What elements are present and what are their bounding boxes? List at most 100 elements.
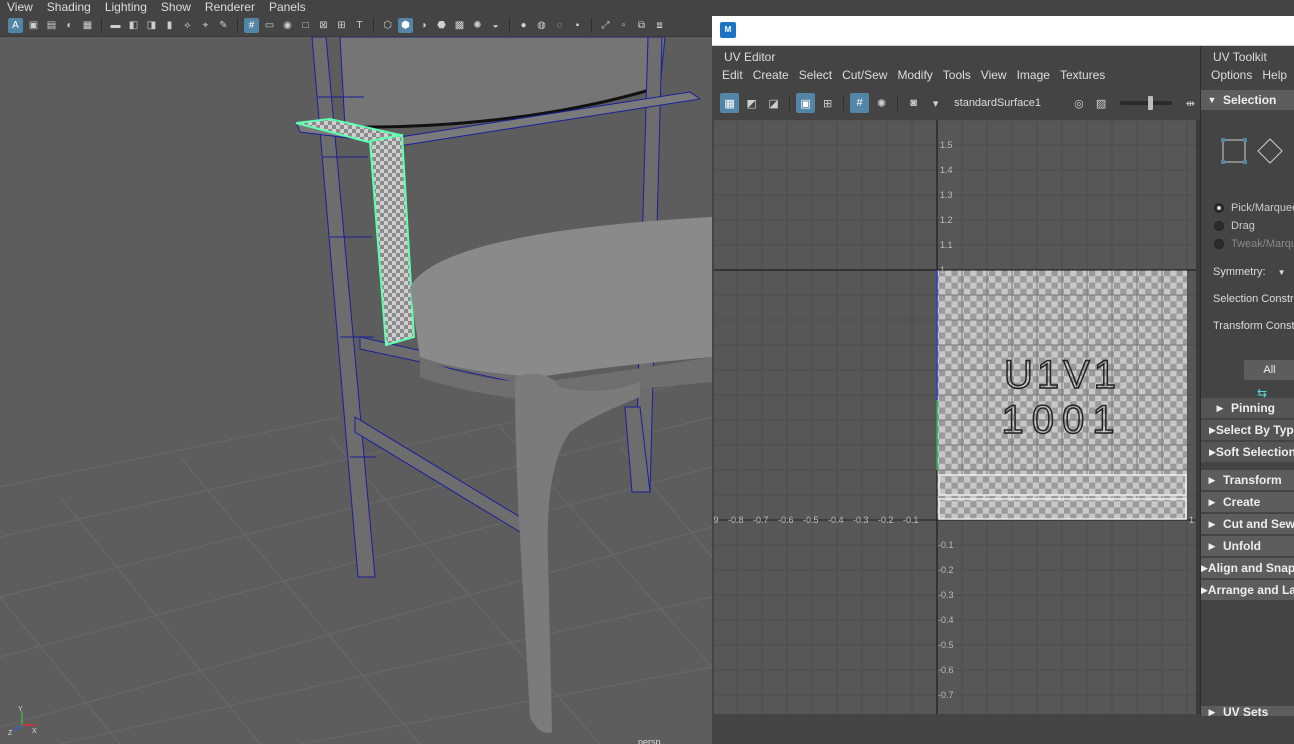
section-label: Transform [1223, 473, 1282, 487]
symmetry-row[interactable]: Symmetry: ▼ [1213, 266, 1285, 278]
mode-drag[interactable]: Drag [1214, 220, 1255, 232]
tile-label-u1v1: U1V1 [1004, 353, 1120, 397]
smooth-shade-icon[interactable]: ⬢ [398, 18, 413, 33]
texture-borders-icon[interactable]: ⊞ [818, 93, 837, 113]
resolution-gate-icon[interactable]: ▮ [162, 18, 177, 33]
text-icon[interactable]: T [352, 18, 367, 33]
svg-text:Z: Z [8, 730, 13, 735]
diamond-select-icon[interactable] [1257, 138, 1283, 164]
grease-pencil-icon[interactable]: ▦ [80, 18, 95, 33]
step-arrows-icon[interactable]: ⇹ [1181, 93, 1200, 113]
menu-renderer[interactable]: Renderer [198, 0, 262, 15]
section-transform[interactable]: ▶ Transform [1201, 470, 1294, 490]
u-tick-label: 1 [1189, 515, 1194, 525]
menu-edit[interactable]: Edit [712, 66, 748, 84]
uv-toolkit-title: UV Toolkit [1213, 50, 1267, 64]
pencil-icon[interactable]: ✎ [216, 18, 231, 33]
menu-select[interactable]: Select [794, 66, 837, 84]
menu-textures[interactable]: Textures [1055, 66, 1110, 84]
snap-icon[interactable]: ⌖ [198, 18, 213, 33]
camera-lock-icon[interactable]: ◧ [126, 18, 141, 33]
menu-image[interactable]: Image [1012, 66, 1055, 84]
uv-canvas[interactable]: U1V1 1001 1.5 1.4 1.3 1.2 1.1 1 -0.1 -0.2 -0.3 -0… [714, 120, 1196, 714]
textured-icon[interactable]: ⬣ [434, 18, 449, 33]
image-plane-icon[interactable]: ◐ [62, 18, 77, 33]
marquee-select-icon[interactable] [1221, 138, 1247, 164]
exposure-icon[interactable]: ⧉ [634, 18, 649, 33]
dropdown-arrow-icon[interactable]: ▼ [1278, 268, 1286, 277]
shader-dropdown-icon[interactable]: ▾ [926, 93, 945, 113]
section-select-by-type[interactable]: ▶ Select By Type [1201, 420, 1294, 440]
v-tick-label: 1.3 [940, 190, 953, 200]
section-selection-header[interactable]: ▼ Selection [1201, 90, 1294, 110]
menu-lighting[interactable]: Lighting [98, 0, 154, 15]
xray-icon[interactable]: ▩ [452, 18, 467, 33]
uv-grid-icon[interactable]: # [850, 93, 870, 113]
anti-alias-icon[interactable]: ◌ [552, 18, 567, 33]
section-create[interactable]: ▶ Create [1201, 492, 1294, 512]
section-align-and-snap[interactable]: ▶ Align and Snap [1201, 558, 1294, 578]
menu-tools[interactable]: Tools [938, 66, 976, 84]
film-gate-icon[interactable]: ◨ [144, 18, 159, 33]
radio-button[interactable] [1214, 221, 1224, 231]
section-unfold[interactable]: ▶ Unfold [1201, 536, 1294, 556]
motion-blur-icon[interactable]: ◍ [534, 18, 549, 33]
mode-pick-marquee[interactable]: Pick/Marquee [1214, 202, 1294, 214]
uv-editor-pane: UV Editor Edit Create Select Cut/Sew Mod… [712, 46, 1200, 716]
menu-panels[interactable]: Panels [262, 0, 313, 15]
pixel-snap-icon[interactable]: ✺ [872, 93, 891, 113]
safe-action-icon[interactable]: □ [298, 18, 313, 33]
isolate-select-icon[interactable]: ▪ [570, 18, 585, 33]
toolbar-divider [789, 95, 791, 111]
uv-border-icon[interactable]: ◩ [742, 93, 761, 113]
menu-view[interactable]: View [0, 0, 40, 15]
menu-modify[interactable]: Modify [892, 66, 937, 84]
color-management-icon[interactable]: ⧈ [652, 18, 667, 33]
exposure-slider[interactable] [1119, 96, 1172, 110]
uv-distortion-icon[interactable]: ◪ [764, 93, 783, 113]
toolbar-divider [373, 18, 374, 33]
snapshot-icon[interactable]: ◙ [904, 93, 923, 113]
slider-handle[interactable] [1147, 96, 1153, 110]
wireframe-icon[interactable]: ⬡ [380, 18, 395, 33]
xray-joints-icon[interactable]: ⤢ [598, 18, 613, 33]
rgb-channels-icon[interactable]: ◎ [1069, 93, 1088, 113]
image-display-icon[interactable]: ▨ [1092, 93, 1111, 113]
shader-selector[interactable]: standardSurface1 [954, 97, 1066, 109]
camera-attributes-icon[interactable]: ▣ [26, 18, 41, 33]
bookmarks-icon[interactable]: ▤ [44, 18, 59, 33]
uv-shell-icon[interactable]: ▦ [720, 93, 740, 113]
checker-map-icon[interactable]: ▣ [796, 93, 816, 113]
film-gate-mask-icon[interactable]: ▭ [262, 18, 277, 33]
grid-icon[interactable]: # [244, 18, 259, 33]
section-soft-selection[interactable]: ▶ Soft Selection [1201, 442, 1294, 462]
overscan-icon[interactable]: ⊞ [334, 18, 349, 33]
window-titlebar[interactable]: M [712, 16, 1294, 46]
menu-view[interactable]: View [976, 66, 1012, 84]
ambient-occlusion-icon[interactable]: ● [516, 18, 531, 33]
section-uv-sets[interactable]: ▶ UV Sets [1201, 705, 1294, 716]
select-camera-icon[interactable]: A [8, 18, 23, 33]
menu-options[interactable]: Options [1201, 66, 1257, 84]
menu-show[interactable]: Show [154, 0, 198, 15]
selection-type-icons [1221, 138, 1283, 164]
section-arrange-and-layout[interactable]: ▶Arrange and Layout [1201, 580, 1294, 600]
v-tick-label: -0.1 [938, 540, 954, 550]
all-button[interactable]: All [1244, 360, 1294, 380]
section-cut-and-sew[interactable]: ▶ Cut and Sew [1201, 514, 1294, 534]
safe-title-icon[interactable]: ⊠ [316, 18, 331, 33]
gamma-icon[interactable]: ▫ [616, 18, 631, 33]
transform-icon[interactable]: ⟡ [180, 18, 195, 33]
menu-shading[interactable]: Shading [40, 0, 98, 15]
menu-cut-sew[interactable]: Cut/Sew [837, 66, 892, 84]
menu-create[interactable]: Create [748, 66, 794, 84]
camera-icon[interactable]: ▬ [108, 18, 123, 33]
radio-button[interactable] [1214, 203, 1224, 213]
lights-icon[interactable]: ✺ [470, 18, 485, 33]
perspective-viewport[interactable]: View Shading Lighting Show Renderer Pane… [0, 0, 712, 744]
wireframe-on-shaded-icon[interactable]: ◑ [416, 18, 431, 33]
shadows-icon[interactable]: ◒ [488, 18, 503, 33]
menu-help[interactable]: Help [1257, 66, 1292, 84]
field-chart-icon[interactable]: ◉ [280, 18, 295, 33]
section-pinning[interactable]: ▶ Pinning [1201, 398, 1294, 418]
